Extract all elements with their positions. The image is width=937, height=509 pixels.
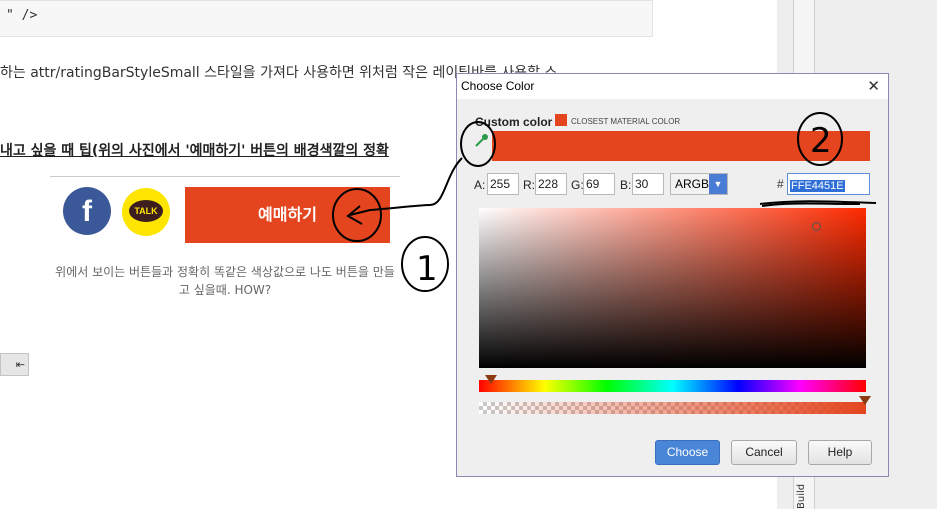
- closest-material-swatch[interactable]: [555, 114, 567, 126]
- collapse-icon[interactable]: ⇤: [0, 353, 29, 376]
- red-field[interactable]: 228: [535, 173, 567, 195]
- color-preview-swatch: [492, 131, 870, 161]
- dialog-title: Choose Color: [461, 79, 535, 93]
- saturation-handle[interactable]: [812, 222, 821, 231]
- color-mode-value: ARGB: [675, 177, 710, 191]
- closest-material-label[interactable]: CLOSEST MATERIAL COLOR: [571, 117, 680, 126]
- green-label: G:: [571, 178, 584, 192]
- cancel-button[interactable]: Cancel: [731, 440, 797, 465]
- kakaotalk-icon[interactable]: TALK: [122, 188, 170, 236]
- number-1-circle: [401, 236, 449, 292]
- choose-color-dialog: Choose Color ✕ Custom color CLOSEST MATE…: [456, 73, 889, 477]
- chevron-down-icon[interactable]: ▼: [709, 174, 727, 194]
- alpha-label: A:: [474, 178, 486, 192]
- eyedropper-icon[interactable]: [473, 131, 493, 161]
- caption-text: 위에서 보이는 버튼들과 정확히 똑같은 색상값으로 나도 버튼을 만들고 싶을…: [55, 265, 395, 297]
- code-snippet-box: " />: [0, 0, 653, 37]
- alpha-thumb[interactable]: [859, 396, 871, 405]
- section-heading: 내고 싶을 때 팁(위의 사진에서 '예매하기' 버튼의 배경색깔의 정확: [0, 143, 389, 159]
- divider: [50, 176, 400, 177]
- code-snippet: " />: [6, 8, 38, 23]
- color-mode-select[interactable]: ARGB ▼: [670, 173, 728, 195]
- close-icon[interactable]: ✕: [867, 77, 880, 95]
- reserve-button[interactable]: 예매하기: [185, 187, 390, 243]
- hue-thumb[interactable]: [485, 375, 497, 384]
- saturation-brightness-area[interactable]: [479, 208, 866, 368]
- blue-field[interactable]: 30: [632, 173, 664, 195]
- kakaotalk-label: TALK: [129, 200, 163, 222]
- hue-slider[interactable]: [479, 380, 866, 392]
- dialog-titlebar: Choose Color ✕: [457, 74, 888, 99]
- blue-label: B:: [620, 178, 632, 192]
- facebook-icon[interactable]: f: [63, 187, 111, 235]
- number-1-label: 1: [416, 249, 438, 289]
- alpha-field[interactable]: 255: [487, 173, 519, 195]
- hex-color-input[interactable]: FFE4451E: [787, 173, 870, 195]
- red-label: R:: [523, 178, 535, 192]
- green-field[interactable]: 69: [583, 173, 615, 195]
- alpha-slider[interactable]: [479, 402, 866, 414]
- help-button[interactable]: Help: [808, 440, 872, 465]
- hex-hash-label: #: [777, 177, 784, 191]
- choose-button[interactable]: Choose: [655, 440, 720, 465]
- hex-color-value: FFE4451E: [790, 180, 845, 192]
- custom-color-label: Custom color: [475, 115, 553, 129]
